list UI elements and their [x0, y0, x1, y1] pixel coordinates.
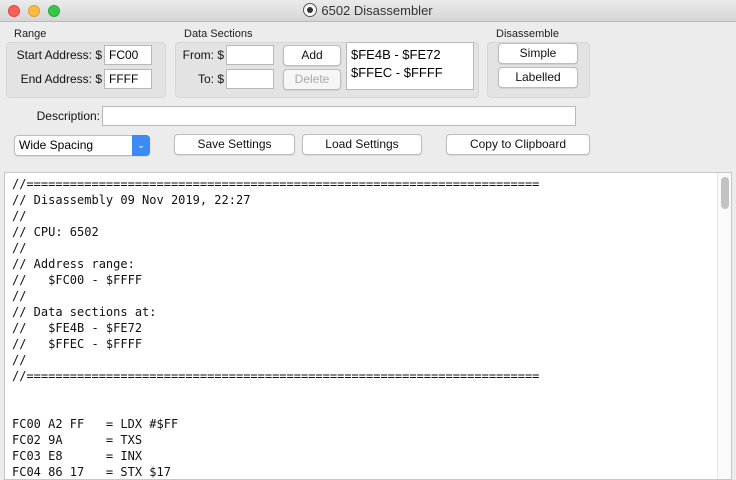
- code-line: // $FC00 - $FFFF: [12, 273, 143, 287]
- labelled-disassemble-button[interactable]: Labelled: [498, 67, 578, 88]
- data-sections-list[interactable]: $FE4B - $FE72 $FFEC - $FFFF: [346, 42, 474, 90]
- code-line: FC03 E8 = INX: [12, 449, 143, 463]
- title-bar: 6502 Disassembler: [0, 0, 736, 22]
- code-line: //======================================…: [12, 369, 540, 383]
- code-line: //: [12, 353, 27, 367]
- add-section-button[interactable]: Add: [283, 45, 341, 66]
- description-input[interactable]: [102, 106, 576, 126]
- to-address-input[interactable]: [226, 69, 274, 89]
- save-settings-button[interactable]: Save Settings: [174, 134, 295, 155]
- delete-section-button[interactable]: Delete: [283, 69, 341, 90]
- code-line: FC02 9A = TXS: [12, 433, 143, 447]
- disassembly-text[interactable]: //======================================…: [12, 176, 540, 479]
- from-address-input[interactable]: [226, 45, 274, 65]
- window-title-area: 6502 Disassembler: [0, 0, 736, 22]
- code-line: FC00 A2 FF = LDX #$FF: [12, 417, 179, 431]
- code-line: //: [12, 241, 27, 255]
- to-label: To: $: [197, 72, 224, 86]
- spacing-select[interactable]: Wide Spacing ⌄: [14, 135, 150, 156]
- start-address-input[interactable]: [104, 45, 152, 65]
- code-line: // Data sections at:: [12, 305, 157, 319]
- code-line: //======================================…: [12, 177, 540, 191]
- end-address-label: End Address: $: [20, 72, 102, 86]
- copy-to-clipboard-button[interactable]: Copy to Clipboard: [446, 134, 590, 155]
- disassemble-group-label: Disassemble: [496, 28, 559, 40]
- load-settings-button[interactable]: Load Settings: [302, 134, 422, 155]
- start-address-label: Start Address: $: [16, 48, 102, 62]
- description-label: Description:: [36, 109, 100, 123]
- scrollbar-thumb[interactable]: [721, 177, 729, 209]
- chevron-down-icon: ⌄: [132, 135, 150, 156]
- code-line: // Disassembly 09 Nov 2019, 22:27: [12, 193, 251, 207]
- code-line: //: [12, 209, 27, 223]
- code-line: // Address range:: [12, 257, 135, 271]
- code-line: FC04 86 17 = STX $17: [12, 465, 171, 479]
- code-line: //: [12, 289, 27, 303]
- data-section-item[interactable]: $FFEC - $FFFF: [351, 64, 469, 82]
- data-sections-group-label: Data Sections: [184, 28, 253, 40]
- app-icon: [303, 3, 318, 17]
- from-label: From: $: [182, 48, 224, 62]
- code-line: // CPU: 6502: [12, 225, 99, 239]
- window-title: 6502 Disassembler: [321, 3, 433, 18]
- vertical-scrollbar[interactable]: [717, 173, 731, 479]
- disassembly-output[interactable]: //======================================…: [4, 172, 732, 480]
- range-group-label: Range: [14, 28, 47, 40]
- spacing-select-value: Wide Spacing: [19, 138, 94, 152]
- end-address-input[interactable]: [104, 69, 152, 89]
- data-section-item[interactable]: $FE4B - $FE72: [351, 46, 469, 64]
- simple-disassemble-button[interactable]: Simple: [498, 43, 578, 64]
- code-line: // $FFEC - $FFFF: [12, 337, 143, 351]
- code-line: // $FE4B - $FE72: [12, 321, 143, 335]
